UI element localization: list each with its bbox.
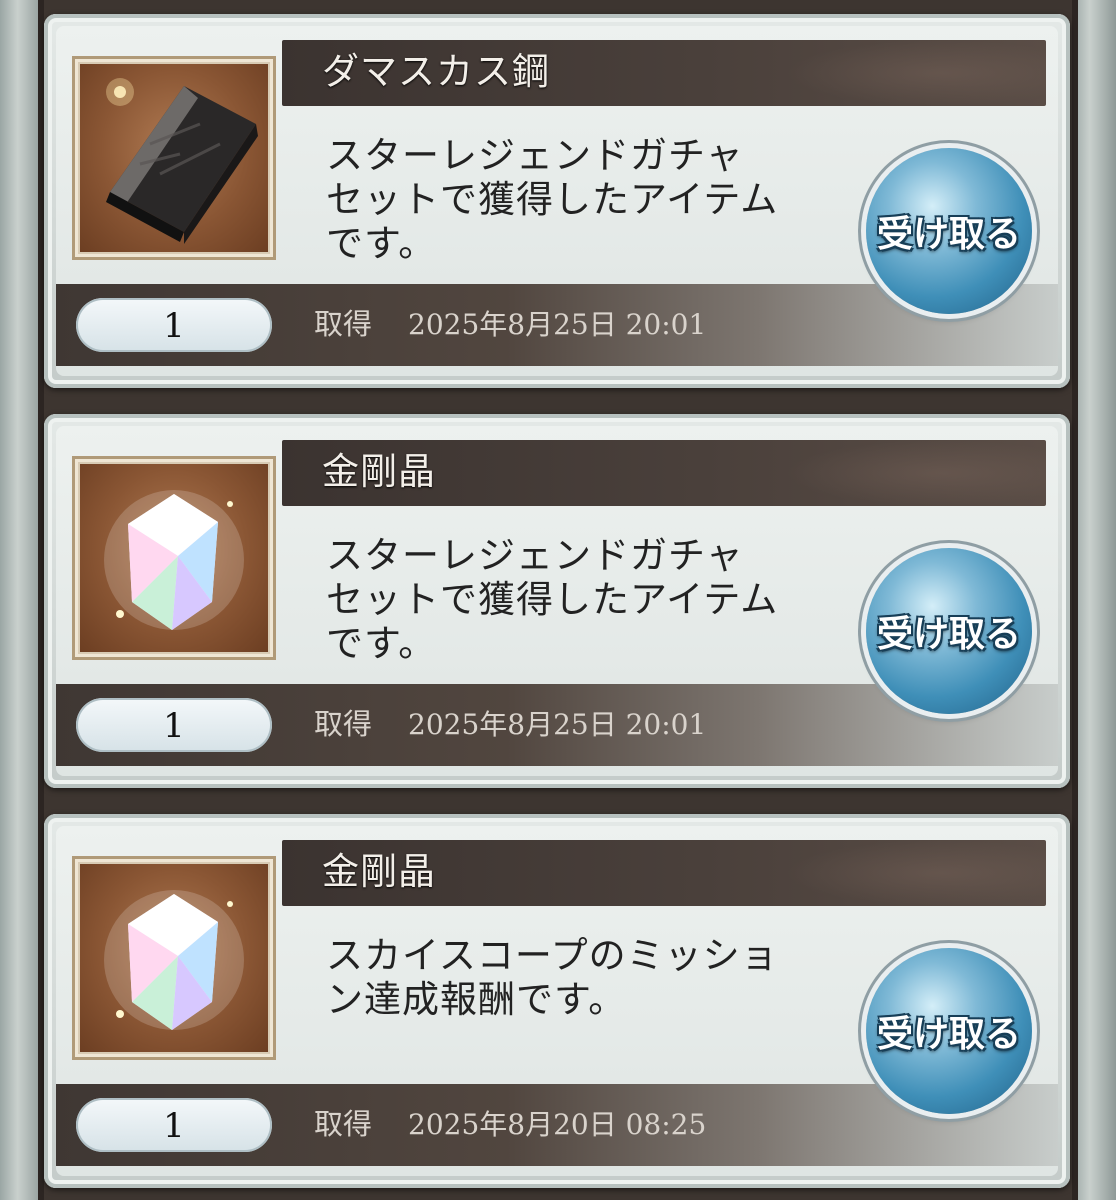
adamantite-crystal-icon bbox=[80, 464, 268, 652]
item-description: スターレジェンドガチャ セットで獲得したアイテム です。 bbox=[326, 534, 779, 665]
gift-card-body: 金剛晶 スターレジェンドガチャ セットで獲得したアイテム です。 1 取得 20… bbox=[56, 426, 1058, 776]
acquired-date: 2025年8月25日 20:01 bbox=[408, 308, 707, 341]
quantity-badge: 1 bbox=[76, 1098, 272, 1152]
gift-card: 金剛晶 スカイスコープのミッショ ン達成報酬です。 1 取得 2025年8月20… bbox=[44, 814, 1070, 1188]
damascus-steel-ingot-icon bbox=[80, 64, 268, 252]
item-title-bar: ダマスカス鋼 bbox=[282, 40, 1046, 106]
acquired-label: 取得 bbox=[314, 1107, 373, 1141]
left-border bbox=[0, 0, 44, 1200]
receive-button-label: 受け取る bbox=[876, 614, 1021, 655]
gift-card-body: 金剛晶 スカイスコープのミッショ ン達成報酬です。 1 取得 2025年8月20… bbox=[56, 826, 1058, 1176]
item-description: スターレジェンドガチャ セットで獲得したアイテム です。 bbox=[326, 134, 779, 265]
acquired-date: 2025年8月25日 20:01 bbox=[408, 708, 707, 741]
gift-card-body: ダマスカス鋼 スターレジェンドガチャ セットで獲得したアイテム です。 1 取得… bbox=[56, 26, 1058, 376]
item-title-bar: 金剛晶 bbox=[282, 440, 1046, 506]
item-icon-frame bbox=[72, 456, 276, 660]
acquired-label: 取得 bbox=[314, 307, 373, 341]
item-icon-frame bbox=[72, 56, 276, 260]
item-name: 金剛晶 bbox=[322, 850, 436, 893]
gift-card: 金剛晶 スターレジェンドガチャ セットで獲得したアイテム です。 1 取得 20… bbox=[44, 414, 1070, 788]
acquired-date: 2025年8月20日 08:25 bbox=[408, 1108, 707, 1141]
item-description: スカイスコープのミッショ ン達成報酬です。 bbox=[326, 934, 779, 1021]
receive-button-label: 受け取る bbox=[876, 1014, 1021, 1055]
right-border bbox=[1072, 0, 1116, 1200]
receive-button-label: 受け取る bbox=[876, 214, 1021, 255]
receive-button[interactable]: 受け取る bbox=[866, 948, 1032, 1114]
item-name: 金剛晶 bbox=[322, 450, 436, 493]
item-icon-frame bbox=[72, 856, 276, 1060]
quantity-badge: 1 bbox=[76, 298, 272, 352]
item-title-bar: 金剛晶 bbox=[282, 840, 1046, 906]
acquired-label: 取得 bbox=[314, 707, 373, 741]
receive-button[interactable]: 受け取る bbox=[866, 148, 1032, 314]
receive-button[interactable]: 受け取る bbox=[866, 548, 1032, 714]
quantity-badge: 1 bbox=[76, 698, 272, 752]
item-name: ダマスカス鋼 bbox=[322, 50, 550, 93]
adamantite-crystal-icon bbox=[80, 864, 268, 1052]
gift-card: ダマスカス鋼 スターレジェンドガチャ セットで獲得したアイテム です。 1 取得… bbox=[44, 14, 1070, 388]
gift-list: ダマスカス鋼 スターレジェンドガチャ セットで獲得したアイテム です。 1 取得… bbox=[44, 0, 1072, 1200]
